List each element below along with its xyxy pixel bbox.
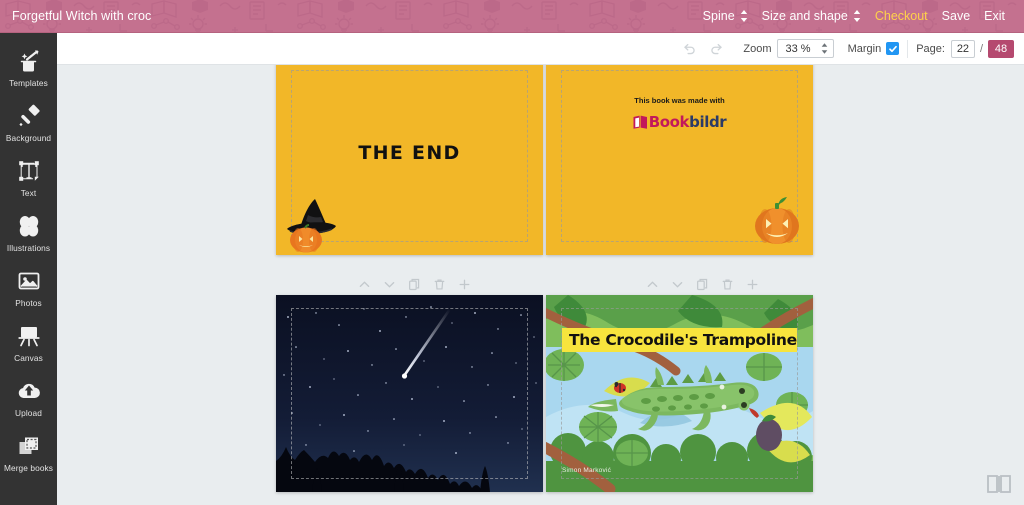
chevron-down-icon[interactable] [670,277,685,292]
open-book-icon[interactable] [986,473,1012,495]
plus-icon[interactable] [745,277,760,292]
sidebar-item-merge-books-label: Merge books [3,463,54,473]
book-logo-icon [633,115,647,129]
app-header: Forgetful Witch with croc Spine Size and… [0,0,1024,33]
cover-author: Simon Marković [562,467,612,474]
header-menu-size-and-shape[interactable]: Size and shape [755,9,868,23]
merge-books-icon [16,433,42,459]
zoom-label: Zoom [743,42,772,55]
sidebar-item-photos[interactable]: Photos [0,261,57,316]
header-menu-exit[interactable]: Exit [977,9,1012,23]
page-total-badge: 48 [988,39,1014,58]
editor-toolbar: Zoom 33 % Margin Page: 22 / 48 [57,33,1024,65]
logo-text-secondary: bildr [689,113,727,131]
sidebar-item-templates[interactable]: Templates [0,41,57,96]
chevron-up-icon[interactable] [357,277,372,292]
header-menu-spine[interactable]: Spine [696,9,755,23]
sidebar-item-text-label: Text [20,188,37,198]
sidebar-item-background-label: Background [5,133,52,143]
header-menu: Spine Size and shape Checkout Save Exit [696,9,1012,23]
sidebar-item-templates-label: Templates [9,78,48,88]
the-end-text: THE END [358,142,461,165]
logo-text-primary: Book [648,113,690,131]
updown-arrows-icon [740,10,748,22]
undo-icon[interactable] [678,38,700,60]
witch-hat-pumpkin-illustration [287,199,336,253]
margin-checkbox[interactable] [886,42,900,55]
header-menu-save[interactable]: Save [935,9,978,23]
sidebar-item-illustrations-label: Illustrations [6,243,51,253]
cover-title: The Crocodile's Trampoline [569,331,797,349]
updown-arrows-icon [853,10,861,22]
page-controls-right [645,273,760,295]
spread-lower: The Crocodile's Trampoline Simon Markovi… [276,295,813,492]
bookbildr-logo: Bookbildr [546,113,813,131]
sidebar-item-canvas[interactable]: Canvas [0,316,57,371]
starry-night-with-shooting-star-and-treeline [276,295,543,492]
text-box-icon [16,158,42,184]
book-title: Forgetful Witch with croc [12,9,152,23]
page-controls-left [357,273,472,295]
book-editor-app: Forgetful Witch with croc Spine Size and… [0,0,1024,505]
chevron-up-icon[interactable] [645,277,660,292]
zoom-value: 33 % [785,42,811,55]
clover-shapes-icon [16,213,42,239]
redo-icon[interactable] [706,38,728,60]
plus-icon[interactable] [457,277,472,292]
cover-title-band: The Crocodile's Trampoline [562,328,797,352]
upload-cloud-icon [16,378,42,404]
sidebar-item-illustrations[interactable]: Illustrations [0,206,57,261]
editor-canvas[interactable]: THE END This book was made with Bookbild… [57,65,1024,505]
header-menu-spine-label: Spine [702,9,735,23]
made-with-caption: This book was made with [634,96,725,105]
toolbar-divider [907,39,909,58]
crocodile-in-pond-illustration [546,295,813,492]
sidebar-item-text[interactable]: Text [0,151,57,206]
page-separator: / [979,42,983,55]
margin-label: Margin [847,42,882,55]
sidebar-item-photos-label: Photos [15,298,42,308]
left-sidebar: Templates Background Text Illustrations … [0,33,57,505]
zoom-select[interactable]: 33 % [777,39,834,58]
chevron-down-icon[interactable] [382,277,397,292]
trash-icon[interactable] [432,277,447,292]
header-menu-size-and-shape-label: Size and shape [761,9,848,23]
sidebar-item-background[interactable]: Background [0,96,57,151]
page-night-sky[interactable] [276,295,543,492]
sidebar-item-upload-label: Upload [15,408,42,418]
duplicate-icon[interactable] [695,277,710,292]
jack-o-lantern-illustration [755,197,799,244]
paint-brush-icon [16,103,42,129]
page-label: Page: [916,42,945,55]
sidebar-item-canvas-label: Canvas [14,353,43,363]
duplicate-icon[interactable] [407,277,422,292]
spread-upper: THE END This book was made with Bookbild… [276,65,813,255]
trash-icon[interactable] [720,277,735,292]
page-crocodile-cover[interactable]: The Crocodile's Trampoline Simon Markovi… [546,295,813,492]
page-number-input[interactable]: 22 [950,39,975,58]
page-the-end[interactable]: THE END [276,65,543,255]
sidebar-item-merge-books[interactable]: Merge books [0,426,57,481]
logo-wordmark: Bookbildr [649,113,727,131]
photo-icon [16,268,42,294]
updown-arrows-icon [821,43,828,54]
page-credits[interactable]: This book was made with Bookbildr [546,65,813,255]
header-menu-checkout[interactable]: Checkout [868,9,935,23]
magic-wand-hat-icon [16,48,42,74]
easel-icon [16,323,42,349]
sidebar-item-upload[interactable]: Upload [0,371,57,426]
